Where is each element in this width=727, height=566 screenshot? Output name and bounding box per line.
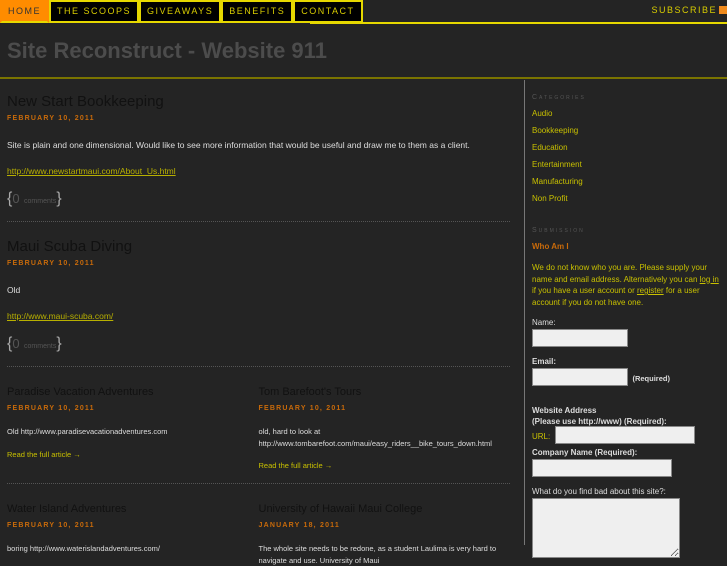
post-date: JANUARY 18, 2011 bbox=[258, 522, 340, 529]
comments-count: 0 bbox=[12, 336, 20, 351]
post-body: The whole site needs to be redone, as a … bbox=[258, 544, 497, 565]
nav-home[interactable]: HOME bbox=[0, 0, 49, 23]
nav-underline bbox=[310, 22, 727, 24]
bad-label: What do you find bad about this site?: bbox=[532, 487, 666, 497]
intro-text: We do not know who you are. Please suppl… bbox=[532, 262, 722, 308]
email-required: (Required) bbox=[632, 374, 670, 384]
subscribe-label: SUBSCRIBE bbox=[651, 5, 717, 15]
intro-part: if you have a user account or bbox=[532, 286, 637, 295]
post-title[interactable]: Paradise Vacation Adventures bbox=[7, 383, 259, 401]
login-link[interactable]: log in bbox=[700, 275, 719, 284]
read-more-link[interactable]: Read the full article → bbox=[7, 450, 259, 459]
comments-link[interactable]: {0 comments} bbox=[7, 335, 510, 353]
comments-count: 0 bbox=[12, 191, 20, 206]
post-date: FEBRUARY 10, 2011 bbox=[7, 405, 95, 412]
nav-the-scoops[interactable]: THE SCOOPS bbox=[49, 0, 140, 23]
post-date: FEBRUARY 10, 2011 bbox=[7, 522, 95, 529]
main-content: New Start Bookkeeping FEBRUARY 10, 2011 … bbox=[7, 93, 510, 566]
name-input[interactable] bbox=[532, 329, 628, 347]
categories-heading: Categories bbox=[532, 94, 586, 101]
rss-icon bbox=[719, 6, 727, 14]
email-label: Email: bbox=[532, 357, 557, 366]
submission-heading: Submission bbox=[532, 227, 585, 234]
name-label: Name: bbox=[532, 318, 556, 327]
post-link[interactable]: http://www.maui-scuba.com/ bbox=[7, 311, 510, 321]
post-title[interactable]: Tom Barefoot's Tours bbox=[259, 383, 511, 401]
post-date: FEBRUARY 10, 2011 bbox=[7, 115, 95, 122]
category-audio[interactable]: Audio bbox=[532, 109, 727, 118]
category-bookkeeping[interactable]: Bookkeeping bbox=[532, 126, 727, 135]
header-divider bbox=[0, 77, 727, 79]
site-title[interactable]: Site Reconstruct - Website 911 bbox=[7, 38, 327, 64]
who-am-i-heading: Who Am I bbox=[532, 242, 569, 251]
website-label: Website Address bbox=[532, 406, 597, 416]
category-education[interactable]: Education bbox=[532, 143, 727, 152]
post-title[interactable]: Water Island Adventures bbox=[7, 500, 259, 518]
website-hint: (Please use http://www) (Required): bbox=[532, 417, 667, 427]
post: New Start Bookkeeping FEBRUARY 10, 2011 … bbox=[7, 93, 510, 208]
nav-giveaways[interactable]: GIVEAWAYS bbox=[139, 0, 222, 23]
divider bbox=[7, 221, 510, 222]
divider bbox=[7, 483, 510, 484]
post-body: Old http://www.paradisevacationadventure… bbox=[7, 427, 168, 436]
nav-contact[interactable]: CONTACT bbox=[293, 0, 363, 23]
post: University of Hawaii Maui College JANUAR… bbox=[259, 500, 511, 566]
category-entertainment[interactable]: Entertainment bbox=[532, 160, 727, 169]
subscribe-link[interactable]: SUBSCRIBE bbox=[651, 5, 727, 15]
email-input[interactable] bbox=[532, 368, 628, 386]
company-label: Company Name (Required): bbox=[532, 448, 638, 458]
read-more-link[interactable]: Read the full article → bbox=[259, 461, 511, 470]
comments-label: comments bbox=[24, 343, 57, 350]
category-manufacturing[interactable]: Manufacturing bbox=[532, 177, 727, 186]
nav-benefits[interactable]: BENEFITS bbox=[221, 0, 294, 23]
register-link[interactable]: register bbox=[637, 286, 664, 295]
comments-link[interactable]: {0 comments} bbox=[7, 190, 510, 208]
post: Water Island Adventures FEBRUARY 10, 201… bbox=[7, 500, 259, 566]
post-body: Site is plain and one dimensional. Would… bbox=[7, 140, 470, 150]
post: Tom Barefoot's Tours FEBRUARY 10, 2011 o… bbox=[259, 383, 511, 470]
post-grid-row: Paradise Vacation Adventures FEBRUARY 10… bbox=[7, 383, 510, 470]
post-body: Old bbox=[7, 285, 21, 295]
url-label: URL: bbox=[532, 432, 551, 442]
comments-label: comments bbox=[24, 198, 57, 205]
post-title[interactable]: University of Hawaii Maui College bbox=[259, 500, 511, 518]
post-title[interactable]: Maui Scuba Diving bbox=[7, 238, 510, 256]
post-date: FEBRUARY 10, 2011 bbox=[258, 405, 347, 412]
intro-part: We do not know who you are. Please suppl… bbox=[532, 263, 708, 284]
post-grid-row: Water Island Adventures FEBRUARY 10, 201… bbox=[7, 500, 510, 566]
main-nav: HOME THE SCOOPS GIVEAWAYS BENEFITS CONTA… bbox=[0, 0, 363, 23]
post: Paradise Vacation Adventures FEBRUARY 10… bbox=[7, 383, 259, 470]
post: Maui Scuba Diving FEBRUARY 10, 2011 Old … bbox=[7, 238, 510, 353]
sidebar: Categories Audio Bookkeeping Education E… bbox=[524, 80, 727, 559]
category-non-profit[interactable]: Non Profit bbox=[532, 194, 727, 203]
post-title[interactable]: New Start Bookkeeping bbox=[7, 93, 510, 111]
divider bbox=[7, 366, 510, 367]
post-body: old, hard to look at http://www.tombaref… bbox=[258, 427, 492, 448]
company-input[interactable] bbox=[532, 459, 672, 478]
post-link[interactable]: http://www.newstartmaui.com/About_Us.htm… bbox=[7, 166, 510, 176]
bad-textarea[interactable] bbox=[532, 498, 680, 559]
post-date: FEBRUARY 10, 2011 bbox=[7, 260, 95, 267]
url-input[interactable] bbox=[554, 426, 695, 445]
